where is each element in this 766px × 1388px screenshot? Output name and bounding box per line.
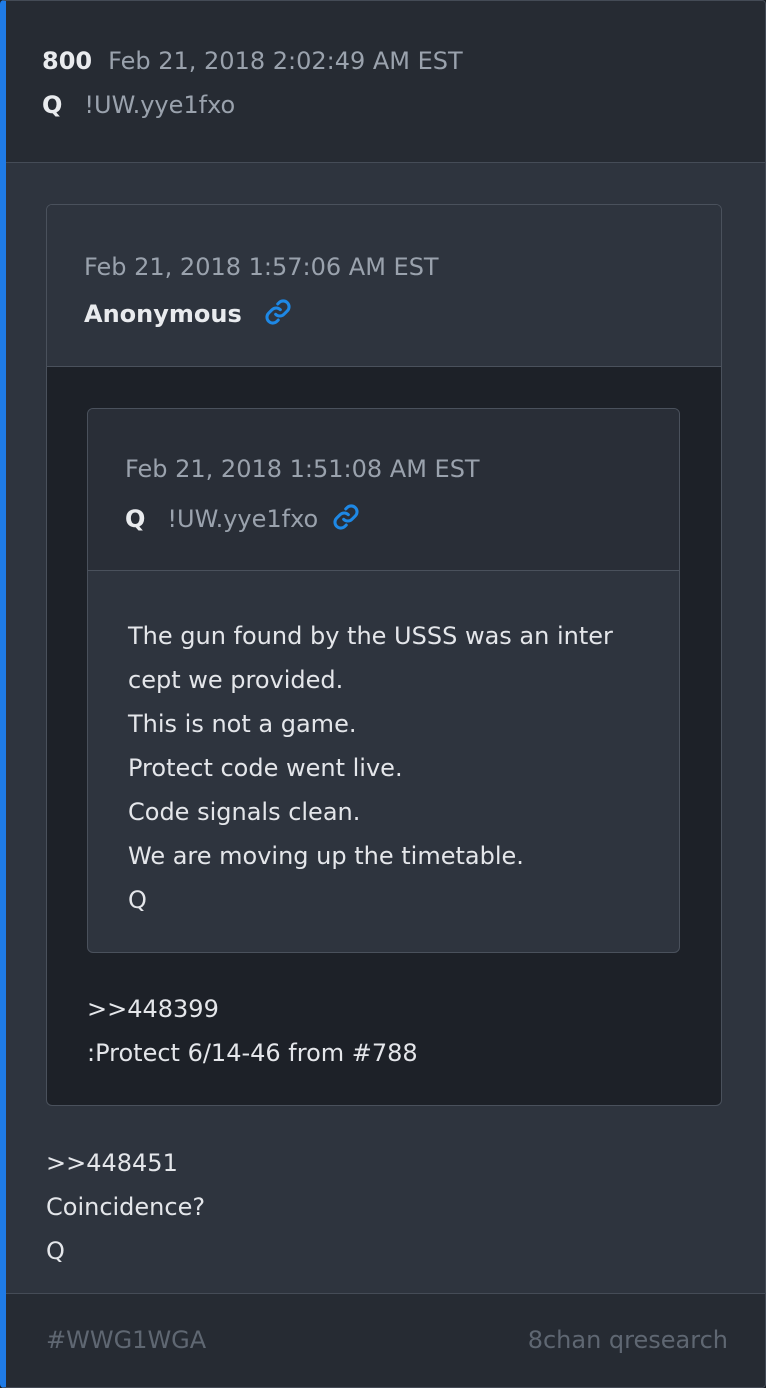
quoted-post-outer-header: Feb 21, 2018 1:57:06 AM EST Anonymous (47, 205, 721, 367)
link-icon[interactable] (264, 298, 292, 326)
post-tripcode: !UW.yye1fxo (84, 91, 236, 119)
quoted-post-inner-header: Feb 21, 2018 1:51:08 AM EST Q !UW.yye1fx… (88, 409, 679, 571)
hashtag: #WWG1WGA (46, 1326, 207, 1354)
body-line: Coincidence? (46, 1193, 206, 1221)
post-header: 800 Feb 21, 2018 2:02:49 AM EST Q !UW.yy… (6, 1, 765, 163)
body-line: Protect code went live. (128, 754, 403, 782)
body-line: Q (46, 1237, 65, 1265)
post-reference-link[interactable]: >>448451 (46, 1141, 205, 1185)
body-line: cept we provided. (128, 666, 344, 694)
post-body: >>448451 Coincidence? Q (46, 1141, 205, 1273)
post-card: 800 Feb 21, 2018 2:02:49 AM EST Q !UW.yy… (0, 0, 766, 1388)
quoted-post-inner-body: The gun found by the USSS was an inter c… (128, 614, 613, 922)
post-date: Feb 21, 2018 2:02:49 AM EST (108, 47, 463, 75)
body-line: The gun found by the USSS was an inter (128, 622, 613, 650)
link-icon[interactable] (332, 503, 360, 531)
board-source: 8chan qresearch (527, 1326, 728, 1354)
body-line: Q (128, 886, 147, 914)
post-number[interactable]: 800 (42, 47, 92, 75)
quoted-post-inner-tripcode: !UW.yye1fxo (167, 505, 319, 533)
quoted-post-inner-date: Feb 21, 2018 1:51:08 AM EST (125, 455, 480, 483)
quoted-post-outer: Feb 21, 2018 1:57:06 AM EST Anonymous Fe… (46, 204, 722, 1106)
post-footer: #WWG1WGA 8chan qresearch (6, 1293, 765, 1387)
post-reference-link[interactable]: >>448399 (87, 987, 418, 1031)
quoted-post-outer-body: >>448399 :Protect 6/14-46 from #788 (87, 987, 418, 1075)
body-line: We are moving up the timetable. (128, 842, 524, 870)
post-author: Q (42, 91, 63, 119)
body-line: :Protect 6/14-46 from #788 (87, 1039, 418, 1067)
quoted-post-outer-author: Anonymous (84, 300, 242, 328)
body-line: Code signals clean. (128, 798, 361, 826)
quoted-post-outer-date: Feb 21, 2018 1:57:06 AM EST (84, 253, 439, 281)
quoted-post-inner: Feb 21, 2018 1:51:08 AM EST Q !UW.yye1fx… (87, 408, 680, 953)
quoted-post-inner-author: Q (125, 505, 146, 533)
body-line: This is not a game. (128, 710, 357, 738)
